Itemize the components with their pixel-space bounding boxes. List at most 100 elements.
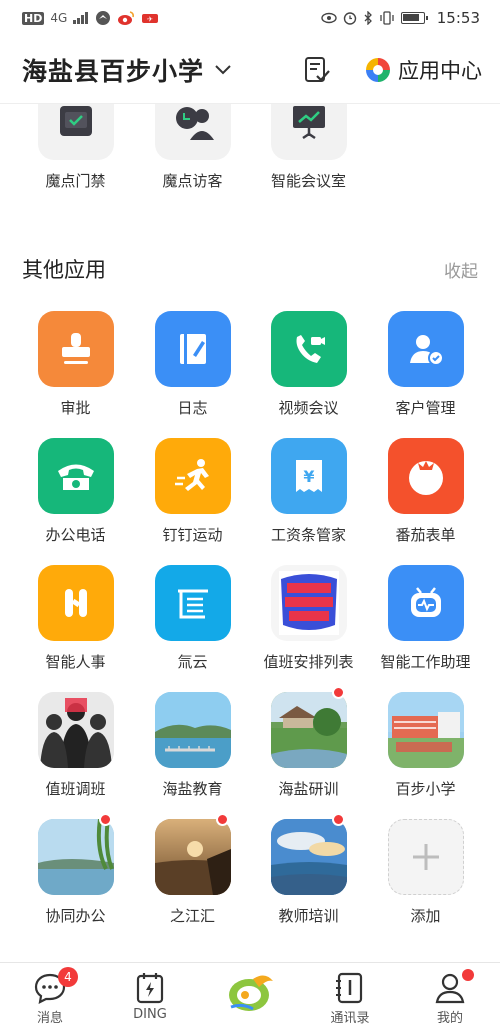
- org-title[interactable]: 海盐县百步小学: [22, 52, 204, 88]
- app-duty-swap[interactable]: 值班调班: [17, 692, 134, 799]
- app-label: 客户管理: [395, 399, 456, 417]
- app-label: 办公电话: [45, 526, 106, 544]
- app-haiyan-training[interactable]: 海盐研训: [250, 686, 367, 799]
- app-journal[interactable]: 日志: [134, 311, 251, 418]
- app-label: 值班调班: [45, 780, 106, 798]
- notification-dot: [332, 813, 345, 826]
- app-label: 添加: [410, 907, 441, 925]
- teacher-training-tile: [270, 819, 347, 895]
- robot-icon: [410, 587, 441, 617]
- app-center-logo-icon: [366, 57, 390, 82]
- stamp-icon: [61, 333, 90, 364]
- tab-ding[interactable]: DING: [100, 971, 200, 1022]
- unread-badge: 4: [58, 967, 78, 987]
- tomato-icon: [408, 461, 443, 495]
- app-payslip[interactable]: ¥ 工资条管家: [250, 438, 367, 545]
- status-left: HD 4G ✈: [22, 10, 159, 26]
- duty-swap-tile: [37, 692, 114, 768]
- app-approval[interactable]: 审批: [17, 311, 134, 418]
- section-title: 其他应用: [22, 258, 106, 282]
- meeting-room-icon: [292, 106, 325, 140]
- tab-home[interactable]: [200, 971, 300, 1017]
- app-work-assistant[interactable]: 智能工作助理: [367, 565, 484, 672]
- app-tomato-form[interactable]: 番茄表单: [367, 438, 484, 545]
- weibo-icon: [118, 11, 135, 25]
- app-add[interactable]: 添加: [367, 819, 484, 926]
- vibrate-icon: [380, 11, 394, 25]
- app-collab-office[interactable]: 协同办公: [17, 813, 134, 926]
- video-call-icon: [296, 335, 325, 363]
- notification-dot: [462, 969, 474, 981]
- app-label: 海盐研训: [278, 780, 339, 798]
- tab-me[interactable]: 我的: [400, 969, 500, 1026]
- app-baibu-school[interactable]: 百步小学: [367, 692, 484, 799]
- app-label: 审批: [60, 399, 91, 417]
- app-label: 教师培训: [278, 907, 339, 925]
- collapse-button[interactable]: 收起: [444, 257, 478, 282]
- meeting-room-tile: [270, 104, 347, 160]
- tab-messages[interactable]: 4 消息: [0, 967, 100, 1026]
- tomato-form-tile: [387, 438, 464, 514]
- duty-list-icon: [278, 571, 339, 635]
- notification-dot: [332, 686, 345, 699]
- app-haiyan-education[interactable]: 海盐教育: [134, 692, 251, 799]
- journal-icon: [179, 334, 206, 364]
- app-label: 工资条管家: [270, 526, 346, 544]
- willow-photo-icon: [37, 819, 114, 895]
- zhijiang-hui-tile: [154, 819, 231, 895]
- app-header: 海盐县百步小学 应用中心: [0, 36, 500, 104]
- cloud-tile: [154, 565, 231, 641]
- payslip-icon: ¥: [295, 460, 322, 492]
- bluetooth-icon: [364, 11, 372, 25]
- add-tile: [387, 819, 464, 895]
- sunset-photo-icon: [154, 819, 231, 895]
- status-time: 15:53: [436, 9, 480, 27]
- app-customer[interactable]: 客户管理: [367, 311, 484, 418]
- payslip-tile: ¥: [270, 438, 347, 514]
- app-meeting-room[interactable]: 智能会议室: [250, 104, 367, 191]
- svg-text:✈: ✈: [147, 16, 153, 24]
- app-label: 番茄表单: [395, 526, 456, 544]
- app-label: 百步小学: [395, 780, 456, 798]
- video-meeting-tile: [270, 311, 347, 387]
- app-sport[interactable]: 钉钉运动: [134, 438, 251, 545]
- people-icon: [37, 692, 114, 768]
- app-label: 魔点访客: [162, 172, 223, 190]
- chevron-down-icon[interactable]: [214, 64, 232, 76]
- alarm-icon: [343, 12, 356, 25]
- app-center-button[interactable]: 应用中心: [364, 55, 482, 85]
- approval-tile: [37, 311, 114, 387]
- lake-photo-icon: [154, 692, 231, 768]
- cloud-app-icon: [177, 589, 208, 619]
- app-duty-list[interactable]: 值班安排列表: [250, 565, 367, 672]
- app-video-meeting[interactable]: 视频会议: [250, 311, 367, 418]
- contacts-book-icon: [336, 972, 363, 1004]
- app-teacher-training[interactable]: 教师培训: [250, 813, 367, 926]
- app-label: 海盐教育: [162, 780, 223, 798]
- app-label: 智能工作助理: [380, 653, 471, 671]
- tab-contacts[interactable]: 通讯录: [300, 971, 400, 1026]
- bird-app-icon: [96, 11, 111, 25]
- phone-icon: [57, 464, 94, 490]
- app-center-label: 应用中心: [398, 58, 482, 83]
- app-visitor[interactable]: 魔点访客: [134, 104, 251, 191]
- app-zhijiang-hui[interactable]: 之江汇: [134, 813, 251, 926]
- eye-icon: [321, 12, 337, 24]
- plus-icon: [412, 844, 439, 870]
- app-cloud[interactable]: 氚云: [134, 565, 251, 672]
- status-bar: HD 4G ✈ 15:53: [0, 0, 500, 36]
- ding-icon: [136, 973, 164, 1004]
- app-door-access[interactable]: 魔点门禁: [17, 104, 134, 191]
- baibu-school-tile: [387, 692, 464, 768]
- app-list-scroll-area[interactable]: 魔点门禁 魔点访客 智能会议室 其他应用 收起 审批 日志 视频会议 客户管理 …: [0, 104, 500, 962]
- office-phone-tile: [37, 438, 114, 514]
- ticket-app-icon: ✈: [142, 14, 159, 24]
- battery-icon: [400, 12, 428, 24]
- todo-check-icon[interactable]: [302, 55, 332, 85]
- app-office-phone[interactable]: 办公电话: [17, 438, 134, 545]
- notification-dot: [216, 813, 229, 826]
- app-label: 氚云: [177, 653, 208, 671]
- app-smart-hr[interactable]: 智能人事: [17, 565, 134, 672]
- app-label: 日志: [177, 399, 208, 417]
- customer-icon: [409, 335, 444, 366]
